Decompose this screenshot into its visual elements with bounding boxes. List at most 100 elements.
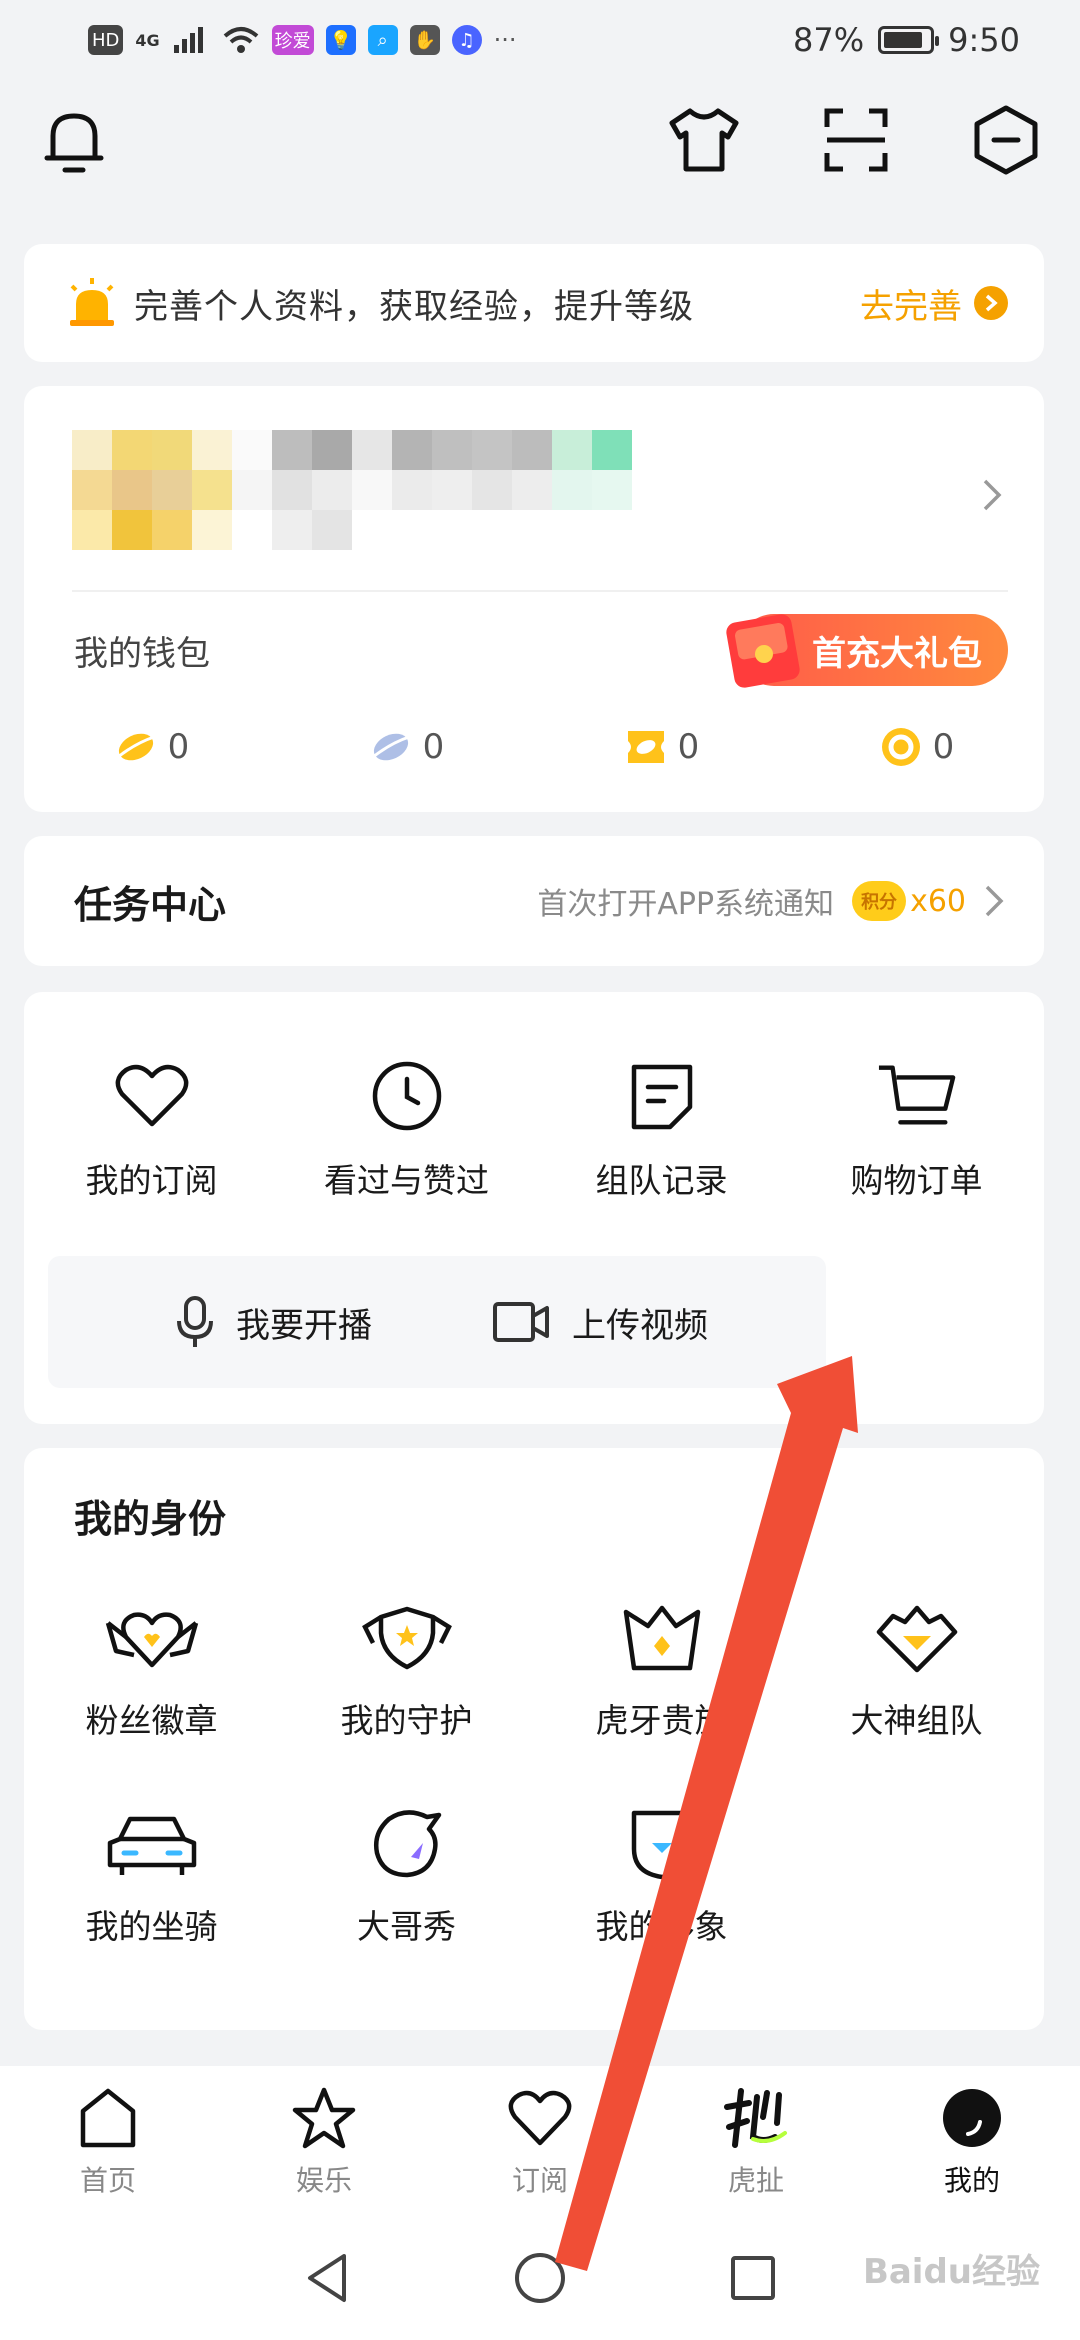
- top-bar: [0, 100, 1080, 200]
- complete-profile-banner[interactable]: 完善个人资料，获取经验，提升等级 去完善: [24, 244, 1044, 362]
- microphone-icon: [177, 1296, 213, 1347]
- points-amount: x60: [910, 883, 966, 919]
- me-icon: [937, 2083, 1007, 2153]
- task-center-title: 任务中心: [74, 882, 227, 927]
- status-bar: HD 4G 珍爱 💡 ⌕ ✋ ♫ ··· 87% 9:50: [0, 0, 1080, 80]
- points-reward: 积分 x60: [852, 881, 966, 921]
- more-notifications: ···: [493, 26, 517, 54]
- complete-profile-label: 去完善: [860, 286, 962, 327]
- nav-huche[interactable]: 虎扯: [648, 2066, 864, 2216]
- coupon-icon: [627, 731, 664, 763]
- clock-icon: [367, 1056, 447, 1136]
- divider: [72, 590, 1008, 592]
- bell-icon[interactable]: [34, 100, 114, 180]
- identity-label: 虎牙贵族: [595, 1701, 728, 1740]
- banner-text: 完善个人资料，获取经验，提升等级: [134, 286, 694, 327]
- coupon-value: 0: [677, 727, 700, 767]
- shortcuts-card: 我的订阅 看过与赞过 组队记录 购物订单 我要开播 上传视频: [24, 992, 1044, 1424]
- big-brother-item[interactable]: 大哥秀: [279, 1804, 534, 1948]
- star-icon: [289, 2083, 359, 2153]
- cart-icon: [877, 1056, 957, 1136]
- car-icon: [104, 1804, 200, 1884]
- shortcut-label: 组队记录: [595, 1161, 728, 1200]
- identity-label: 我的坐骑: [85, 1907, 218, 1946]
- gold-bean-icon: [116, 733, 155, 761]
- profile-card: 我的钱包 首充大礼包 0 0 0 0: [24, 386, 1044, 812]
- alarm-lamp-icon: [70, 278, 114, 326]
- fan-badge-item[interactable]: 粉丝徽章: [24, 1598, 279, 1742]
- tshirt-icon[interactable]: [664, 100, 744, 180]
- wallet-balances: 0 0 0 0: [24, 712, 1044, 782]
- gift-button-label: 首充大礼包: [812, 633, 982, 674]
- baidu-watermark: Baidu经验: [862, 2252, 1040, 2292]
- nav-entertainment[interactable]: 娱乐: [216, 2066, 432, 2216]
- first-charge-gift-button[interactable]: 首充大礼包: [726, 614, 1008, 688]
- team-god-item[interactable]: 大神组队: [789, 1598, 1044, 1742]
- silver-bean-icon: [371, 733, 410, 761]
- shortcut-label: 看过与赞过: [324, 1161, 489, 1200]
- music-app-icon: ♫: [451, 25, 482, 55]
- nav-home[interactable]: 首页: [0, 2066, 216, 2216]
- recents-icon[interactable]: [728, 2253, 778, 2303]
- coin-balance[interactable]: 0: [789, 712, 1044, 782]
- shortcut-label: 购物订单: [850, 1161, 983, 1200]
- status-left: HD 4G 珍爱 💡 ⌕ ✋ ♫ ···: [88, 25, 517, 55]
- battery-percent: 87%: [793, 21, 865, 59]
- my-avatar-item[interactable]: 我的形象: [534, 1804, 789, 1948]
- identity-label: 我的守护: [340, 1701, 473, 1740]
- home-icon: [73, 2083, 143, 2153]
- hand-app-icon: ✋: [409, 25, 440, 55]
- identity-grid: 粉丝徽章 我的守护 虎牙贵族 大神组队 我的坐骑 大哥秀 我的形象: [24, 1598, 1044, 1948]
- search-app-icon: ⌕: [367, 25, 398, 55]
- team-record-shortcut[interactable]: 组队记录: [534, 1056, 789, 1202]
- coin-value: 0: [932, 727, 955, 767]
- blurred-user-info[interactable]: [72, 430, 712, 550]
- identity-label: 粉丝徽章: [85, 1701, 218, 1740]
- nav-label: 虎扯: [727, 2164, 784, 2197]
- scan-icon[interactable]: [816, 100, 896, 180]
- points-coin-icon: 积分: [852, 881, 907, 921]
- chevron-right-icon: [985, 885, 1004, 917]
- bulb-app-icon: 💡: [325, 25, 356, 55]
- fan-badge-icon: [104, 1598, 200, 1678]
- shortcut-label: 我的订阅: [85, 1161, 218, 1200]
- identity-title: 我的身份: [74, 1497, 227, 1541]
- nav-me[interactable]: 我的: [864, 2066, 1080, 2216]
- my-subscription-shortcut[interactable]: 我的订阅: [24, 1056, 279, 1202]
- silver-bean-balance[interactable]: 0: [279, 712, 534, 782]
- identity-label: 我的形象: [595, 1907, 728, 1946]
- noble-item[interactable]: 虎牙贵族: [534, 1598, 789, 1742]
- red-envelope-icon: [726, 614, 800, 688]
- back-icon[interactable]: [302, 2250, 352, 2306]
- home-circle-icon[interactable]: [512, 2250, 568, 2306]
- arrow-right-icon: [974, 286, 1008, 320]
- shopping-order-shortcut[interactable]: 购物订单: [789, 1056, 1044, 1202]
- task-center-row[interactable]: 任务中心 首次打开APP系统通知 积分 x60: [24, 836, 1044, 966]
- clock: 9:50: [948, 21, 1020, 59]
- chevron-right-icon[interactable]: [982, 478, 1002, 516]
- identity-label: 大神组队: [850, 1701, 983, 1740]
- my-guard-item[interactable]: 我的守护: [279, 1598, 534, 1742]
- nav-label: 我的: [943, 2164, 1000, 2197]
- bottom-nav: 首页 娱乐 订阅 虎扯 我的: [0, 2066, 1080, 2216]
- history-likes-shortcut[interactable]: 看过与赞过: [279, 1056, 534, 1202]
- diamond-team-icon: [869, 1598, 965, 1678]
- hd-badge: HD: [88, 25, 124, 55]
- nav-label: 订阅: [511, 2164, 568, 2197]
- my-mount-item[interactable]: 我的坐骑: [24, 1804, 279, 1948]
- coupon-balance[interactable]: 0: [534, 712, 789, 782]
- settings-hex-icon[interactable]: [966, 100, 1046, 180]
- upload-video-button[interactable]: 上传视频: [374, 1256, 826, 1388]
- avatar-shield-icon: [614, 1804, 710, 1884]
- gold-bean-balance[interactable]: 0: [24, 712, 279, 782]
- shortcut-row: 我的订阅 看过与赞过 组队记录 购物订单: [24, 1056, 1044, 1202]
- identity-label: 大哥秀: [357, 1907, 456, 1946]
- heart-icon: [505, 2083, 575, 2153]
- identity-card: 我的身份 粉丝徽章 我的守护 虎牙贵族 大神组队 我的坐骑 大哥秀 我的形象: [24, 1448, 1044, 2030]
- signal-icon: [173, 27, 203, 53]
- complete-profile-link[interactable]: 去完善: [860, 279, 1008, 328]
- nav-subscription[interactable]: 订阅: [432, 2066, 648, 2216]
- coin-icon: [881, 728, 920, 766]
- battery-fill: [884, 32, 923, 48]
- heart-icon: [112, 1056, 192, 1136]
